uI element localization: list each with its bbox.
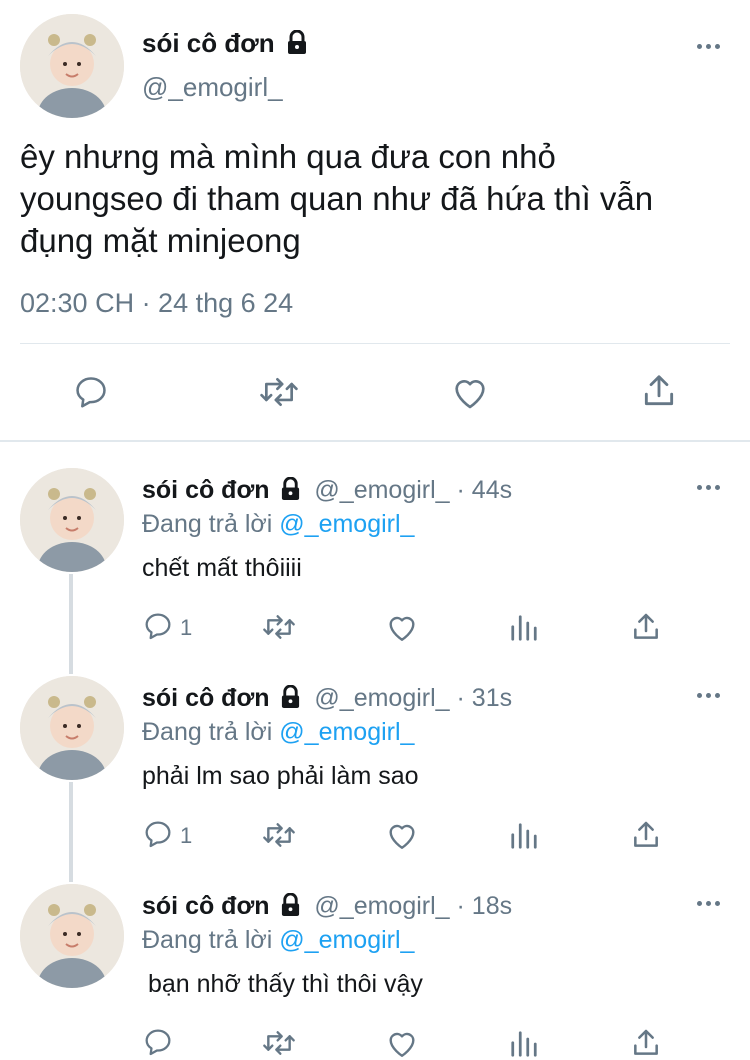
lock-icon: [280, 892, 301, 923]
replying-to: Đang trả lời @_emogirl_: [142, 718, 414, 747]
retweet-icon[interactable]: [261, 819, 297, 851]
section-divider: [0, 440, 750, 442]
reply-header: sói cô đơn @_emogirl_ · 31s: [142, 684, 512, 715]
tweet-text: êy nhưng mà mình qua đưa con nhỏ youngse…: [20, 136, 653, 262]
divider: [20, 343, 730, 344]
display-name[interactable]: sói cô đơn: [142, 892, 270, 920]
replying-prefix: Đang trả lời: [142, 718, 273, 746]
lock-icon: [280, 476, 301, 507]
avatar[interactable]: [20, 14, 124, 118]
share-icon[interactable]: [630, 611, 662, 643]
reply-tweet[interactable]: sói cô đơn @_emogirl_ · 44s Đang trả lời…: [0, 462, 750, 662]
reply-icon[interactable]: [142, 1026, 174, 1058]
more-options-icon[interactable]: [697, 44, 720, 49]
analytics-icon[interactable]: [509, 613, 539, 643]
reply-text: chết mất thôiiii: [142, 554, 302, 582]
analytics-icon[interactable]: [509, 1029, 539, 1059]
timestamp[interactable]: 02:30 CH · 24 thg 6 24: [20, 288, 293, 319]
display-name[interactable]: sói cô đơn: [142, 28, 308, 61]
like-icon[interactable]: [385, 611, 419, 643]
avatar[interactable]: [20, 884, 124, 988]
handle-time[interactable]: @_emogirl_ · 44s: [314, 476, 512, 504]
tweet-line: youngseo đi tham quan như đã hứa thì vẫn: [20, 180, 654, 217]
like-icon[interactable]: [385, 1027, 419, 1059]
like-icon[interactable]: [385, 819, 419, 851]
replying-to: Đang trả lời @_emogirl_: [142, 926, 414, 955]
reply-icon[interactable]: [72, 373, 110, 411]
handle[interactable]: @_emogirl_: [142, 72, 283, 103]
retweet-icon[interactable]: [258, 373, 300, 411]
more-options-icon[interactable]: [697, 693, 720, 698]
tweet-line: đụng mặt minjeong: [20, 222, 301, 259]
replying-to-link[interactable]: @_emogirl_: [279, 510, 414, 538]
replying-to: Đang trả lời @_emogirl_: [142, 510, 414, 539]
reply-text: phải lm sao phải làm sao: [142, 762, 419, 790]
like-icon[interactable]: [450, 373, 490, 411]
replying-to-link[interactable]: @_emogirl_: [279, 718, 414, 746]
more-options-icon[interactable]: [697, 901, 720, 906]
replying-prefix: Đang trả lời: [142, 510, 273, 538]
reply-icon[interactable]: [142, 610, 174, 642]
lock-icon: [280, 684, 301, 715]
replying-prefix: Đang trả lời: [142, 926, 273, 954]
retweet-icon[interactable]: [261, 1027, 297, 1059]
reply-tweet[interactable]: sói cô đơn @_emogirl_ · 31s Đang trả lời…: [0, 670, 750, 870]
lock-icon: [286, 29, 308, 61]
avatar[interactable]: [20, 676, 124, 780]
avatar[interactable]: [20, 468, 124, 572]
handle-time[interactable]: @_emogirl_ · 31s: [314, 684, 512, 712]
share-icon[interactable]: [640, 372, 678, 410]
more-options-icon[interactable]: [697, 485, 720, 490]
display-name[interactable]: sói cô đơn: [142, 476, 270, 504]
reply-icon[interactable]: [142, 818, 174, 850]
reply-text: bạn nhỡ thấy thì thôi vậy: [148, 970, 423, 998]
handle-time[interactable]: @_emogirl_ · 18s: [314, 892, 512, 920]
reply-header: sói cô đơn @_emogirl_ · 18s: [142, 892, 512, 923]
analytics-icon[interactable]: [509, 821, 539, 851]
replying-to-link[interactable]: @_emogirl_: [279, 926, 414, 954]
share-icon[interactable]: [630, 819, 662, 851]
reply-tweet[interactable]: sói cô đơn @_emogirl_ · 18s Đang trả lời…: [0, 878, 750, 1060]
reply-count: 1: [180, 823, 193, 848]
tweet-line: êy nhưng mà mình qua đưa con nhỏ: [20, 138, 556, 175]
display-name[interactable]: sói cô đơn: [142, 684, 270, 712]
retweet-icon[interactable]: [261, 611, 297, 643]
reply-header: sói cô đơn @_emogirl_ · 44s: [142, 476, 512, 507]
reply-count: 1: [180, 615, 193, 640]
display-name-text: sói cô đơn: [142, 28, 275, 58]
share-icon[interactable]: [630, 1027, 662, 1059]
